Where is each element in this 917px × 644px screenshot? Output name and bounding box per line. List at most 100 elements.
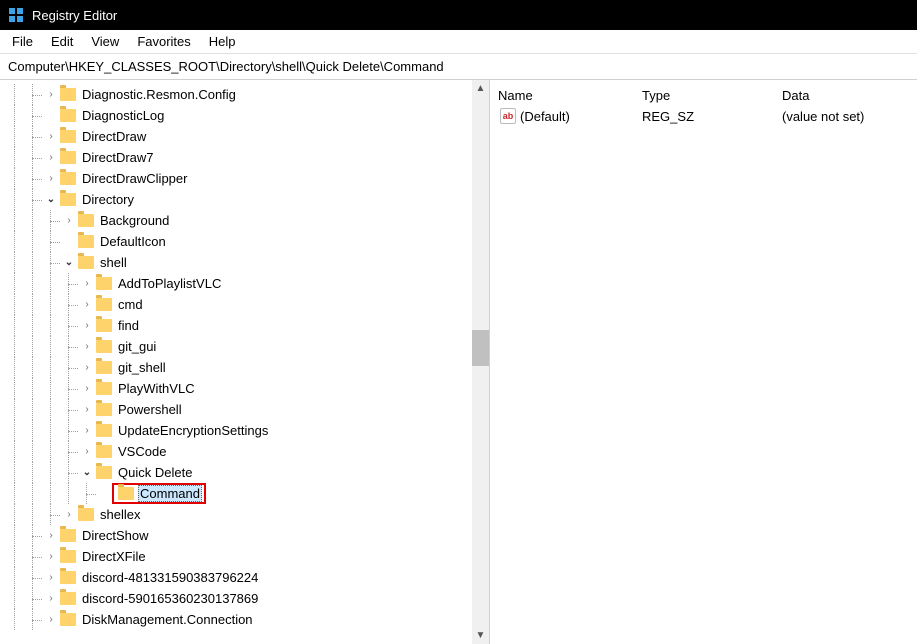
tree-node[interactable]: › discord-590165360230137869 (0, 588, 489, 609)
chevron-right-icon[interactable]: › (80, 382, 94, 396)
highlight-box: Command (112, 483, 206, 504)
titlebar: Registry Editor (0, 0, 917, 30)
chevron-right-icon[interactable]: › (44, 151, 58, 165)
chevron-right-icon[interactable]: › (62, 214, 76, 228)
tree-node[interactable]: › PlayWithVLC (0, 378, 489, 399)
tree-node[interactable]: ›cmd (0, 294, 489, 315)
tree-node[interactable]: ›Powershell (0, 399, 489, 420)
tree-node[interactable]: › DirectShow (0, 525, 489, 546)
tree-node-label: Background (98, 212, 171, 229)
tree-node[interactable]: › shellex (0, 504, 489, 525)
tree-node-label: PlayWithVLC (116, 380, 197, 397)
chevron-right-icon[interactable]: › (44, 592, 58, 606)
tree-node[interactable]: ⌄ Directory (0, 189, 489, 210)
tree-node[interactable]: › DiskManagement.Connection (0, 609, 489, 630)
folder-icon (78, 235, 94, 248)
chevron-right-icon[interactable]: › (44, 172, 58, 186)
scroll-down-icon[interactable]: ▼ (472, 627, 489, 644)
folder-icon (78, 508, 94, 521)
tree-node[interactable]: › Diagnostic.Resmon.Config (0, 84, 489, 105)
folder-icon (60, 130, 76, 143)
folder-icon (60, 550, 76, 563)
chevron-right-icon[interactable]: › (44, 613, 58, 627)
tree-node-label: UpdateEncryptionSettings (116, 422, 270, 439)
folder-icon (60, 592, 76, 605)
chevron-right-icon[interactable]: › (44, 529, 58, 543)
menu-view[interactable]: View (83, 32, 127, 51)
tree-node[interactable]: ⌄Quick Delete (0, 462, 489, 483)
tree-node-label: discord-590165360230137869 (80, 590, 260, 607)
chevron-right-icon[interactable]: › (80, 403, 94, 417)
tree-node[interactable]: DiagnosticLog (0, 105, 489, 126)
scroll-up-icon[interactable]: ▲ (472, 80, 489, 97)
chevron-right-icon[interactable]: › (80, 340, 94, 354)
tree-node-label: find (116, 317, 141, 334)
tree-node[interactable]: ›DirectDrawClipper (0, 168, 489, 189)
address-text: Computer\HKEY_CLASSES_ROOT\Directory\she… (8, 59, 444, 74)
menu-help[interactable]: Help (201, 32, 244, 51)
folder-icon (60, 172, 76, 185)
chevron-right-icon[interactable]: › (80, 445, 94, 459)
tree-node[interactable]: DefaultIcon (0, 231, 489, 252)
tree-node[interactable]: › Background (0, 210, 489, 231)
folder-icon (96, 277, 112, 290)
chevron-right-icon[interactable]: › (62, 508, 76, 522)
chevron-right-icon[interactable]: › (80, 319, 94, 333)
tree-node[interactable]: ⌄ shell (0, 252, 489, 273)
tree-node[interactable]: ›DirectDraw (0, 126, 489, 147)
tree-node[interactable]: › discord-481331590383796224 (0, 567, 489, 588)
chevron-right-icon[interactable]: › (44, 88, 58, 102)
chevron-right-icon[interactable]: › (80, 361, 94, 375)
window-title: Registry Editor (32, 8, 117, 23)
tree-node[interactable]: ›AddToPlaylistVLC (0, 273, 489, 294)
tree-node[interactable]: ›git_shell (0, 357, 489, 378)
chevron-right-icon[interactable]: › (44, 550, 58, 564)
tree-node-label: shell (98, 254, 129, 271)
folder-icon (96, 340, 112, 353)
tree-node-label: Diagnostic.Resmon.Config (80, 86, 238, 103)
folder-icon (96, 382, 112, 395)
addressbar[interactable]: Computer\HKEY_CLASSES_ROOT\Directory\she… (0, 54, 917, 80)
tree-node[interactable]: › git_gui (0, 336, 489, 357)
chevron-right-icon[interactable]: › (80, 298, 94, 312)
chevron-right-icon[interactable]: › (80, 277, 94, 291)
chevron-down-icon[interactable]: ⌄ (80, 466, 94, 480)
chevron-down-icon[interactable]: ⌄ (62, 256, 76, 270)
tree-node[interactable]: › find (0, 315, 489, 336)
tree-node[interactable]: Command (0, 483, 489, 504)
tree-node[interactable]: › UpdateEncryptionSettings (0, 420, 489, 441)
values-header: Name Type Data (492, 84, 915, 106)
tree-scrollbar[interactable]: ▲ ▼ (472, 80, 489, 644)
tree-node-label: DirectShow (80, 527, 150, 544)
tree-node-label: Command (138, 485, 202, 502)
tree-node-label: DefaultIcon (98, 233, 168, 250)
menu-edit[interactable]: Edit (43, 32, 81, 51)
tree-node-label: discord-481331590383796224 (80, 569, 260, 586)
folder-icon (60, 88, 76, 101)
chevron-down-icon[interactable]: ⌄ (44, 193, 58, 207)
folder-icon (96, 424, 112, 437)
folder-icon (78, 256, 94, 269)
menu-favorites[interactable]: Favorites (129, 32, 198, 51)
chevron-right-icon[interactable]: › (80, 424, 94, 438)
tree-node-label: git_gui (116, 338, 158, 355)
tree-node-label: DirectDraw7 (80, 149, 156, 166)
menu-file[interactable]: File (4, 32, 41, 51)
tree-node[interactable]: › DirectXFile (0, 546, 489, 567)
tree-node-label: VSCode (116, 443, 168, 460)
tree-node[interactable]: › DirectDraw7 (0, 147, 489, 168)
col-header-name[interactable]: Name (492, 88, 642, 103)
chevron-right-icon[interactable]: › (44, 571, 58, 585)
tree-node-label: DiskManagement.Connection (80, 611, 255, 628)
col-header-type[interactable]: Type (642, 88, 782, 103)
tree-node[interactable]: › VSCode (0, 441, 489, 462)
col-header-data[interactable]: Data (782, 88, 915, 103)
folder-icon (96, 403, 112, 416)
tree-node-label: Directory (80, 191, 136, 208)
scrollbar-thumb[interactable] (472, 330, 489, 366)
tree-node-label: shellex (98, 506, 142, 523)
folder-icon (96, 361, 112, 374)
chevron-right-icon[interactable]: › (44, 130, 58, 144)
value-row[interactable]: ab(Default)REG_SZ(value not set) (492, 106, 915, 126)
tree-node-label: DirectXFile (80, 548, 148, 565)
